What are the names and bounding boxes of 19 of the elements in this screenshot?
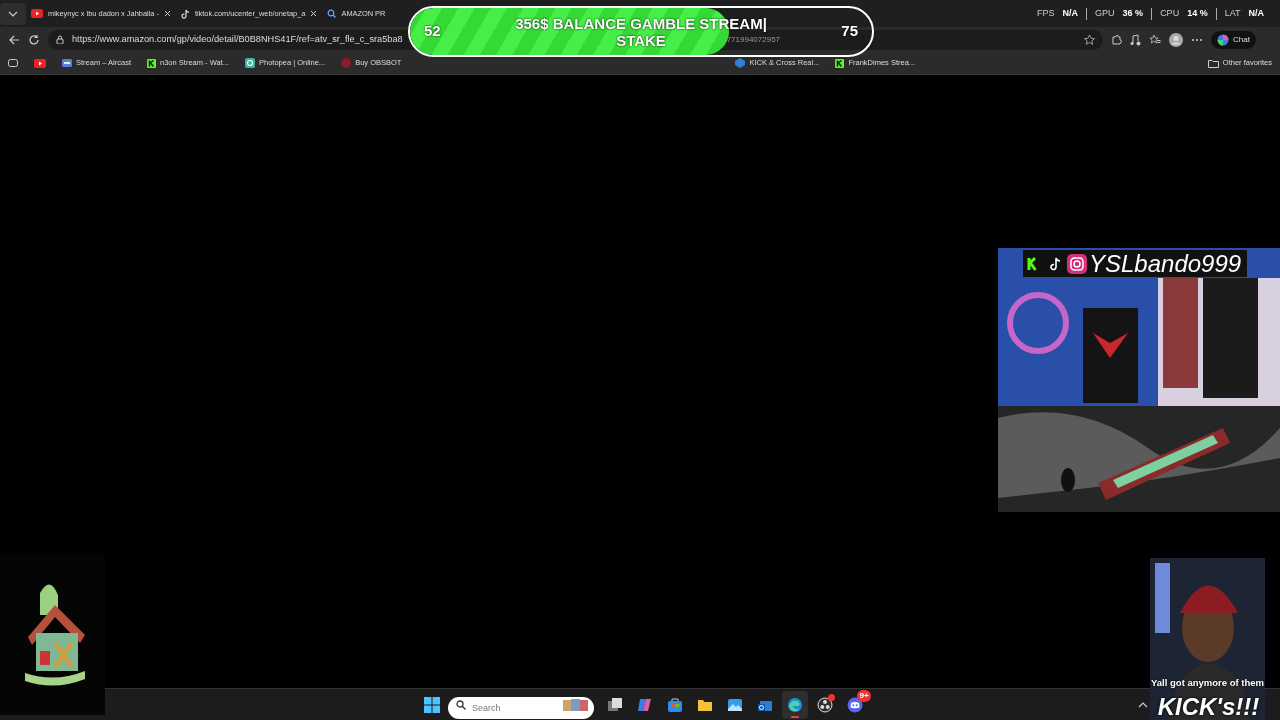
notification-badge: 9+: [857, 689, 871, 702]
stat-label: CPU: [1160, 6, 1180, 20]
url-text: https://www.amazon.com/gp/video/detail/B0B8NHS41F/ref=atv_sr_fle_c_sra5ba8: [72, 32, 403, 46]
meme-caption: Yall got anymore of them: [1150, 676, 1265, 690]
stat-label: LAT: [1224, 6, 1241, 20]
goal-subtitle: STAKE: [616, 31, 666, 49]
goal-start: 52: [424, 21, 441, 42]
stat-label: FPS: [1037, 6, 1055, 20]
stat-value: 36 %: [1122, 6, 1144, 20]
stat-value: N/A: [1248, 6, 1264, 20]
stat-label: GPU: [1095, 6, 1115, 20]
goal-end: 75: [841, 21, 858, 42]
channel-handle: YSLbando999: [1089, 250, 1242, 277]
url-text: 771994072957: [726, 33, 781, 46]
meme-caption: KICK's!!!: [1156, 692, 1261, 720]
search-field[interactable]: Search: [448, 696, 594, 719]
stat-value: N/A: [1062, 6, 1079, 20]
chat-button[interactable]: Chat: [1211, 30, 1256, 49]
stat-value: 14 %: [1187, 6, 1208, 20]
